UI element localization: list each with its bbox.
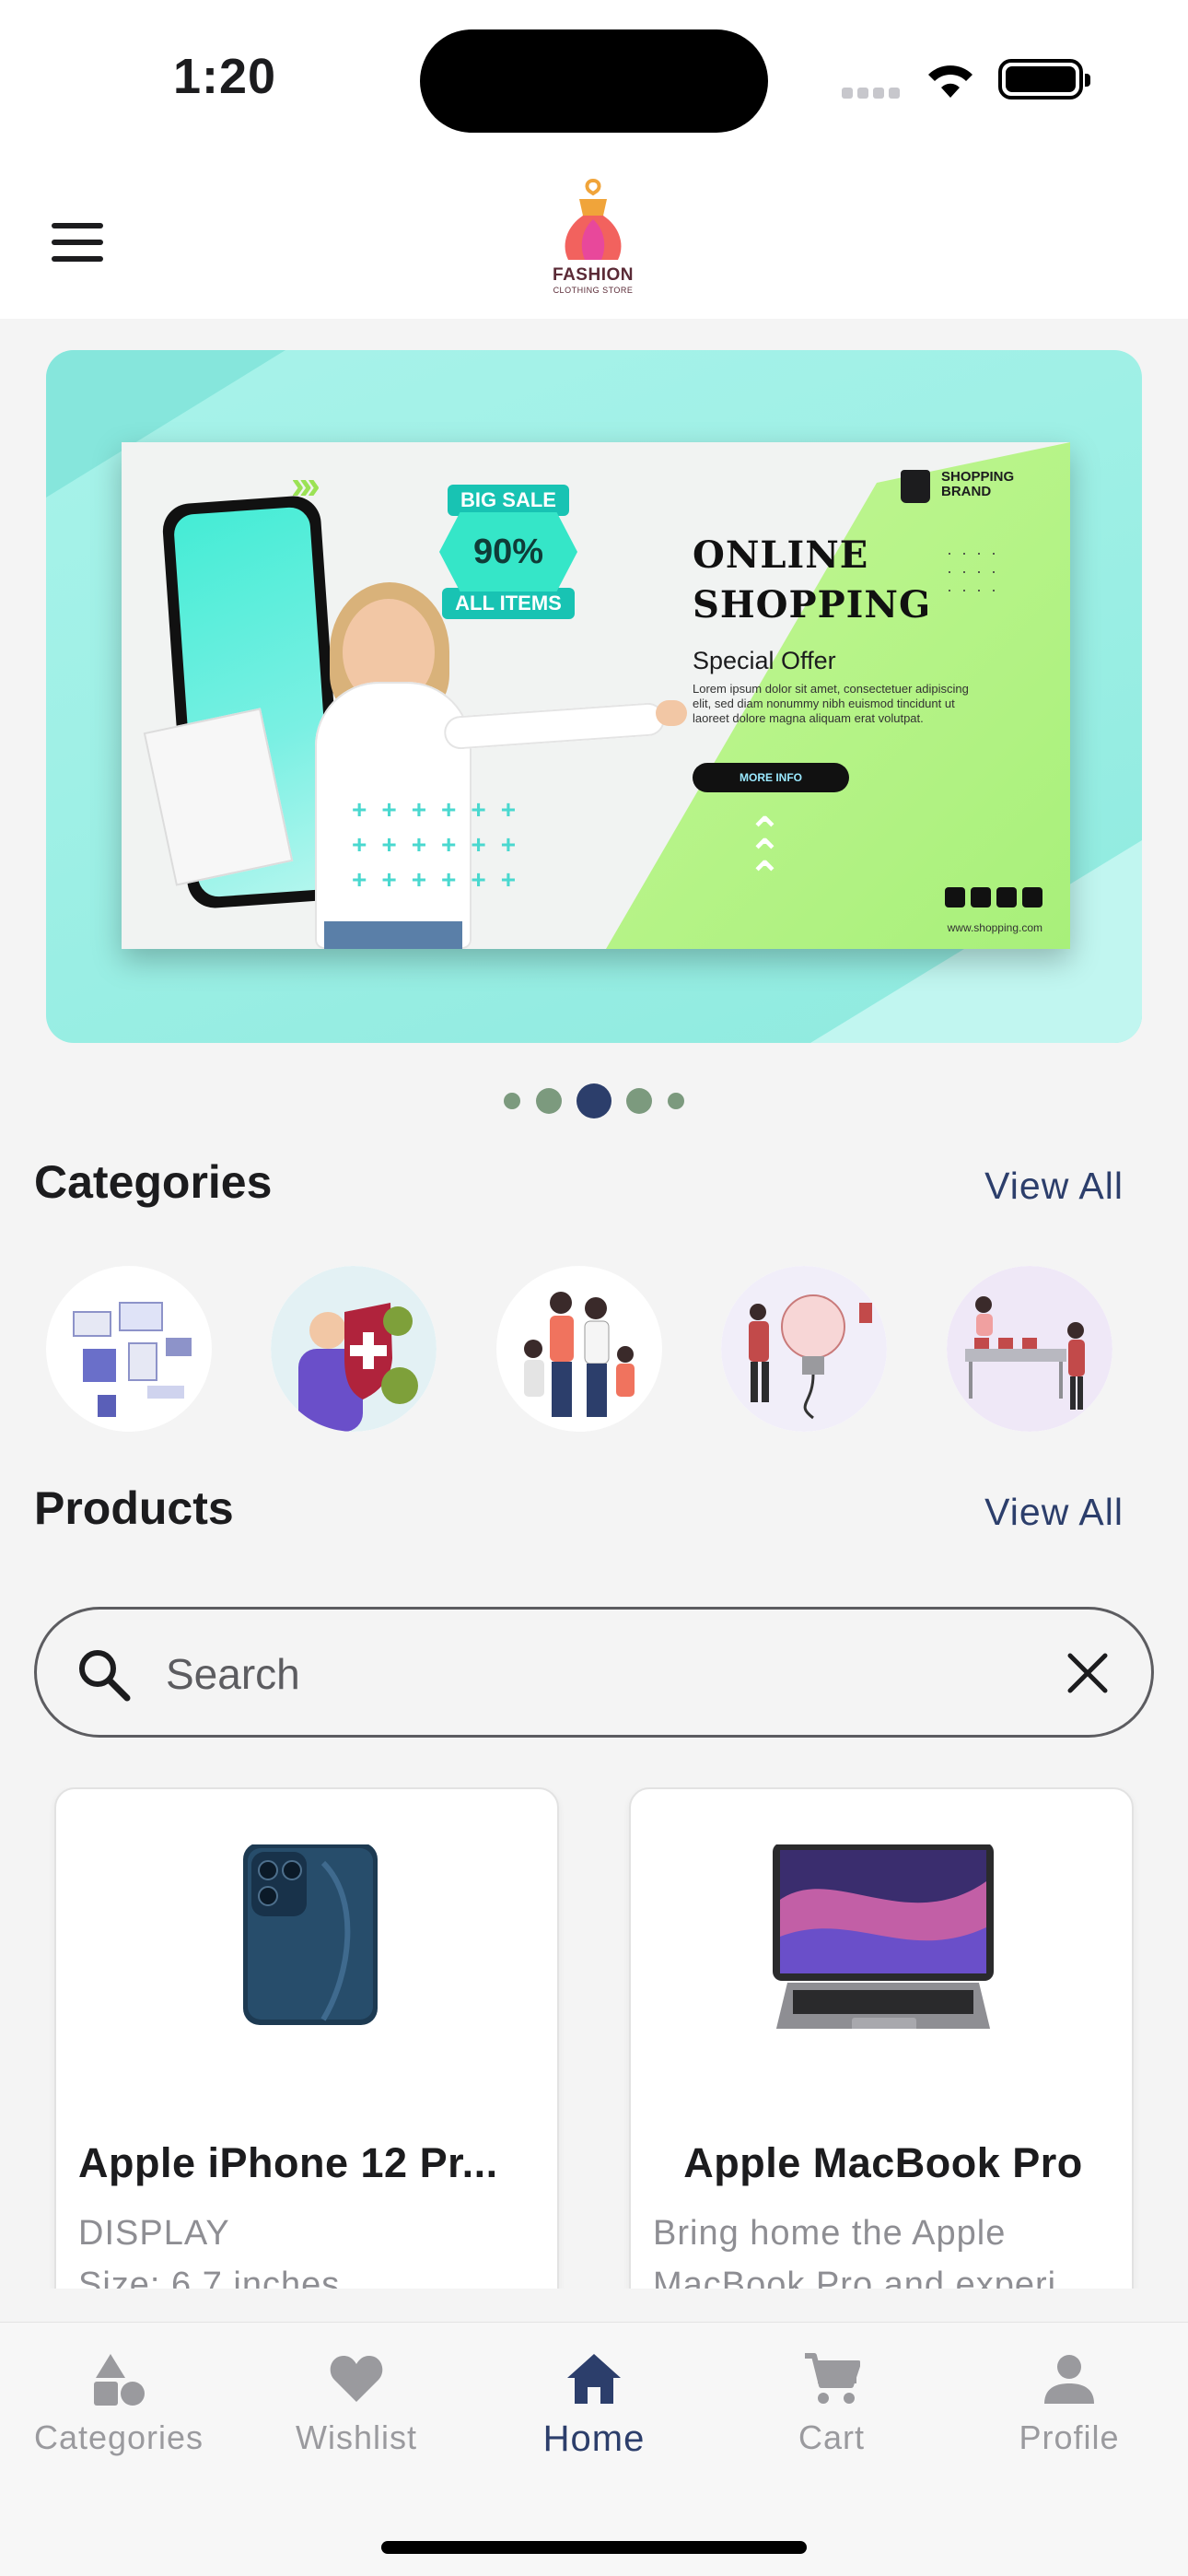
- heart-icon: [330, 2356, 383, 2402]
- ad-title-line2: SHOPPING: [693, 583, 932, 626]
- tab-label: Wishlist: [296, 2418, 417, 2456]
- store-shopping-illustration-icon: [946, 1266, 1112, 1432]
- categories-title: Categories: [34, 1156, 273, 1208]
- search-bar: [34, 1607, 1154, 1738]
- sale-badge: BIG SALE 90% OFF ALL ITEMS: [424, 485, 593, 623]
- product-grid: Apple iPhone 12 Pr... DISPLAY Size: 6.7 …: [0, 1787, 1188, 2289]
- search-input[interactable]: [166, 1637, 995, 1711]
- product-card[interactable]: Apple iPhone 12 Pr... DISPLAY Size: 6.7 …: [54, 1787, 559, 2289]
- person-icon: [1044, 2355, 1094, 2404]
- health-protection-illustration-icon: [271, 1266, 437, 1432]
- carousel-indicator: [0, 1083, 1188, 1120]
- banner-ad-image: ››› ++++++ ++++++ ++++++ BIG SALE 90% OFF …: [122, 442, 1070, 949]
- home-indicator: [381, 2541, 807, 2554]
- logo-title: FASHION: [553, 265, 634, 285]
- ad-title: ONLINE SHOPPING: [693, 531, 931, 630]
- status-time: 1:20: [173, 49, 277, 104]
- app-header: FASHION CLOTHING STORE: [0, 157, 1188, 319]
- bottom-tab-bar: Categories Wishlist Home Cart Profile: [0, 2322, 1188, 2576]
- badge-bottom-text: ALL ITEMS: [442, 588, 575, 619]
- category-list: [46, 1266, 1188, 1432]
- ad-brand: SHOPPING BRAND: [941, 469, 1015, 499]
- dynamic-island: [420, 29, 768, 133]
- battery-icon: [998, 59, 1090, 100]
- logo-subtitle: CLOTHING STORE: [553, 286, 634, 295]
- family-fashion-illustration-icon: [523, 1292, 635, 1417]
- badge-discount-text: 90% OFF: [439, 512, 577, 591]
- iphone-product-image: [243, 1844, 378, 2025]
- tab-profile[interactable]: Profile: [950, 2350, 1188, 2479]
- tab-cart[interactable]: Cart: [713, 2350, 950, 2479]
- tab-home[interactable]: Home: [475, 2350, 713, 2479]
- ad-url: www.shopping.com: [947, 921, 1042, 934]
- product-desc-line: MacBook Pro and experi...: [653, 2266, 1089, 2289]
- product-desc-line: DISPLAY: [78, 2214, 230, 2253]
- carousel-dot-active[interactable]: [577, 1083, 611, 1118]
- category-item-health[interactable]: [271, 1266, 437, 1432]
- search-icon: [79, 1650, 131, 1702]
- shopping-bag-icon: [901, 470, 930, 503]
- social-icons: [939, 887, 1042, 912]
- product-desc-line: Size: 6.7 inches: [78, 2266, 341, 2289]
- product-description: DISPLAY Size: 6.7 inches: [78, 2207, 539, 2289]
- product-description: Bring home the Apple MacBook Pro and exp…: [653, 2207, 1113, 2289]
- close-icon[interactable]: [1063, 1648, 1112, 1698]
- ad-more-info-button: MORE INFO: [693, 763, 849, 792]
- category-item-ideas[interactable]: [721, 1266, 888, 1432]
- promo-banner[interactable]: ››› ++++++ ++++++ ++++++ BIG SALE 90% OFF …: [46, 350, 1142, 1043]
- cart-icon: [805, 2353, 860, 2404]
- badge-top-text: BIG SALE: [448, 485, 569, 516]
- hamburger-menu-icon[interactable]: [52, 223, 103, 263]
- chevrons-up-icon: ⌃ ⌃ ⌃: [748, 810, 782, 899]
- ad-title-line1: ONLINE: [693, 533, 869, 577]
- category-item-family[interactable]: [495, 1266, 662, 1432]
- tab-label: Home: [542, 2418, 646, 2459]
- tab-categories[interactable]: Categories: [0, 2350, 238, 2479]
- app-logo: FASHION CLOTHING STORE: [538, 175, 648, 304]
- products-title: Products: [34, 1482, 234, 1534]
- plus-pattern-decoration: ++++++ ++++++ ++++++: [352, 795, 531, 894]
- ad-offer: Special Offer: [693, 647, 836, 674]
- carousel-dot[interactable]: [626, 1088, 653, 1114]
- carousel-dot[interactable]: [667, 1093, 684, 1109]
- tab-label: Categories: [33, 2418, 204, 2456]
- wifi-icon: [928, 65, 973, 98]
- product-card[interactable]: Apple MacBook Pro Bring home the Apple M…: [629, 1787, 1134, 2289]
- product-desc-line: Bring home the Apple: [653, 2214, 1007, 2253]
- category-item-devices[interactable]: [46, 1266, 212, 1432]
- home-icon: [567, 2354, 621, 2404]
- devices-illustration-icon: [73, 1302, 192, 1417]
- shapes-icon: [94, 2354, 145, 2406]
- category-item-store[interactable]: [946, 1266, 1112, 1432]
- products-view-all-link[interactable]: View All: [984, 1491, 1124, 1534]
- macbook-product-image: [773, 1844, 994, 2029]
- ad-body-text: Lorem ipsum dolor sit amet, consectetuer…: [693, 682, 969, 725]
- tab-label: Cart: [798, 2418, 865, 2456]
- tab-wishlist[interactable]: Wishlist: [238, 2350, 475, 2479]
- dots-decoration: ···· ···· ····: [947, 544, 1006, 599]
- cellular-signal-icon: [842, 87, 906, 100]
- tab-label: Profile: [1019, 2418, 1120, 2456]
- lightbulb-idea-illustration-icon: [721, 1266, 888, 1432]
- carousel-dot[interactable]: [504, 1093, 521, 1109]
- product-title: Apple MacBook Pro: [683, 2139, 1083, 2186]
- status-bar: 1:20: [0, 0, 1188, 157]
- product-title: Apple iPhone 12 Pr...: [78, 2139, 498, 2186]
- carousel-dot[interactable]: [535, 1088, 562, 1114]
- dress-logo-icon: [565, 178, 622, 260]
- categories-view-all-link[interactable]: View All: [984, 1165, 1124, 1208]
